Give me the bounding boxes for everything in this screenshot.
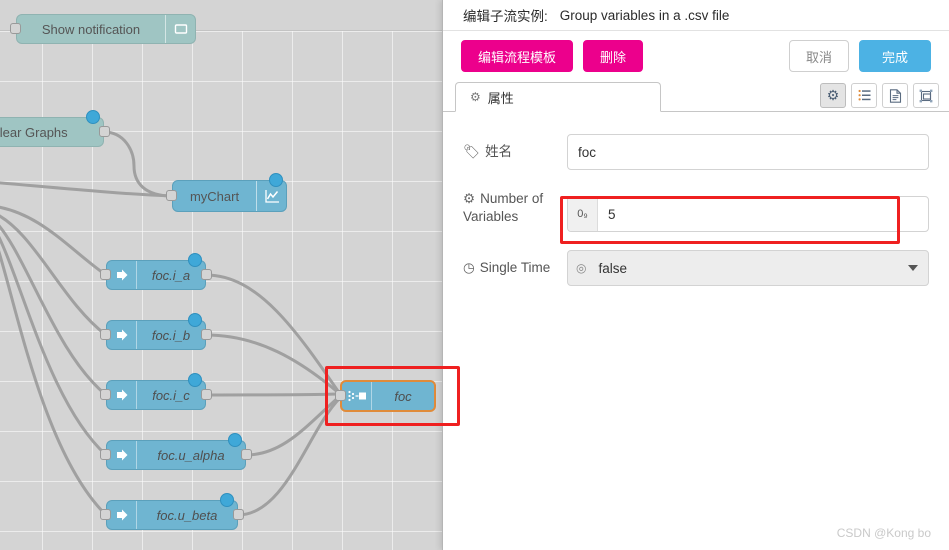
- subflow-group-tool-button[interactable]: [913, 83, 939, 108]
- tab-label: 属性: [487, 90, 514, 106]
- delete-button[interactable]: 删除: [583, 40, 644, 72]
- node-label: foc: [394, 388, 412, 404]
- node-status-dot: [188, 313, 202, 327]
- panel-title: 编辑子流实例:: [463, 9, 548, 24]
- num-vars-label: Number of Variables: [463, 191, 544, 224]
- arrow-icon: [107, 441, 137, 469]
- node-input-port[interactable]: [100, 269, 111, 280]
- subflow-edit-panel: 编辑子流实例: Group variables in a .csv file 编…: [442, 0, 949, 550]
- node-input-port[interactable]: [100, 449, 111, 460]
- name-control: [567, 134, 929, 170]
- node-clear-graphs[interactable]: Clear Graphs: [0, 110, 110, 147]
- properties-tool-button[interactable]: ⚙: [820, 83, 846, 108]
- node-label: foc.u_beta: [156, 507, 218, 523]
- node-status-dot: [188, 373, 202, 387]
- node-input-port[interactable]: [10, 23, 21, 34]
- node-input-port[interactable]: [100, 329, 111, 340]
- boolean-icon: ◎: [576, 261, 587, 275]
- panel-body: 🏷 姓名 ⚙Number of Variables 0₉ 5: [443, 112, 949, 550]
- node-output-port[interactable]: [241, 449, 252, 460]
- node-foc-subflow[interactable]: foc: [335, 380, 436, 412]
- description-icon: [889, 88, 901, 103]
- node-label: Clear Graphs: [0, 124, 68, 140]
- panel-tab-bar: ⚙ 属性 ⚙: [443, 81, 949, 112]
- node-output-port[interactable]: [233, 509, 244, 520]
- node-input-port[interactable]: [335, 390, 346, 401]
- node-foc-u-alpha[interactable]: foc.u_alpha: [100, 433, 252, 470]
- ui-icon: [165, 15, 195, 43]
- node-label: myChart: [189, 188, 240, 204]
- subflow-name: Group variables in a .csv file: [559, 7, 730, 23]
- node-label: foc.u_alpha: [157, 447, 225, 463]
- single-time-control: ◎ false: [567, 250, 929, 286]
- gear-icon: ⚙: [470, 90, 481, 104]
- node-input-port[interactable]: [100, 389, 111, 400]
- description-tool-button[interactable]: [882, 83, 908, 108]
- node-status-dot: [86, 110, 100, 124]
- node-input-port[interactable]: [100, 509, 111, 520]
- node-foc-i-a[interactable]: foc.i_a: [100, 253, 212, 290]
- arrow-icon: [107, 321, 137, 349]
- node-mychart[interactable]: myChart: [166, 173, 287, 212]
- single-time-select[interactable]: ◎ false: [567, 250, 929, 286]
- arrow-icon: [107, 261, 137, 289]
- arrow-icon: [107, 381, 137, 409]
- subflow-group-icon: [919, 89, 933, 102]
- single-time-label-group: ◷ Single Time: [463, 250, 567, 277]
- tag-icon: 🏷: [463, 144, 481, 159]
- node-label: foc.i_c: [152, 387, 190, 403]
- panel-header: 编辑子流实例: Group variables in a .csv file: [443, 0, 949, 31]
- number-type-icon[interactable]: 0₉: [568, 197, 598, 231]
- panel-toolbar: 编辑流程模板 删除 取消 完成: [443, 31, 949, 81]
- edit-flow-template-button[interactable]: 编辑流程模板: [461, 40, 574, 72]
- node-foc-u-beta[interactable]: foc.u_beta: [100, 493, 244, 530]
- num-vars-typed-input[interactable]: 0₉ 5: [567, 196, 929, 232]
- node-label: foc.i_a: [151, 267, 191, 283]
- num-vars-control: 0₉ 5: [567, 186, 929, 232]
- node-status-dot: [188, 253, 202, 267]
- clock-icon: ◷: [463, 260, 475, 275]
- node-input-port[interactable]: [166, 190, 177, 201]
- form-row-single-time: ◷ Single Time ◎ false: [463, 250, 929, 286]
- node-label: Show notification: [41, 21, 141, 37]
- node-status-dot: [220, 493, 234, 507]
- node-foc-i-b[interactable]: foc.i_b: [100, 313, 212, 350]
- single-time-value: false: [598, 260, 628, 276]
- tab-properties[interactable]: ⚙ 属性: [455, 82, 661, 112]
- single-time-label: Single Time: [479, 260, 551, 275]
- name-label: 姓名: [485, 144, 513, 159]
- sliders-icon: ⚙: [463, 191, 476, 206]
- node-foc-i-c[interactable]: foc.i_c: [100, 373, 212, 410]
- form-row-number-of-variables: ⚙ Number of Variables 0₉ 5: [463, 186, 929, 232]
- list-icon: [858, 89, 870, 101]
- tab-tools-group: ⚙: [820, 83, 939, 111]
- form-row-name: 🏷 姓名: [463, 134, 929, 170]
- node-status-dot: [269, 173, 283, 187]
- num-vars-label-group: ⚙ Number of Variables: [463, 186, 567, 226]
- node-output-port[interactable]: [99, 126, 110, 137]
- done-button[interactable]: 完成: [858, 40, 931, 72]
- cancel-button[interactable]: 取消: [788, 40, 849, 72]
- subflow-icon: [342, 382, 372, 410]
- name-input[interactable]: [567, 134, 929, 170]
- watermark: CSDN @Kong bo: [836, 526, 931, 540]
- gear-icon: ⚙: [826, 87, 840, 103]
- node-status-dot: [228, 433, 242, 447]
- node-show-notification[interactable]: Show notification: [10, 14, 196, 44]
- app-root: Show notification Clear Graphs myChart: [0, 0, 949, 550]
- node-output-port[interactable]: [201, 269, 212, 280]
- arrow-icon: [107, 501, 137, 529]
- num-vars-value[interactable]: 5: [598, 197, 928, 231]
- flow-canvas[interactable]: Show notification Clear Graphs myChart: [0, 0, 442, 550]
- list-tool-button[interactable]: [851, 83, 877, 108]
- node-output-port[interactable]: [201, 389, 212, 400]
- name-label-group: 🏷 姓名: [463, 134, 567, 161]
- chevron-down-icon[interactable]: [908, 265, 918, 271]
- node-label: foc.i_b: [151, 327, 191, 343]
- node-output-port[interactable]: [201, 329, 212, 340]
